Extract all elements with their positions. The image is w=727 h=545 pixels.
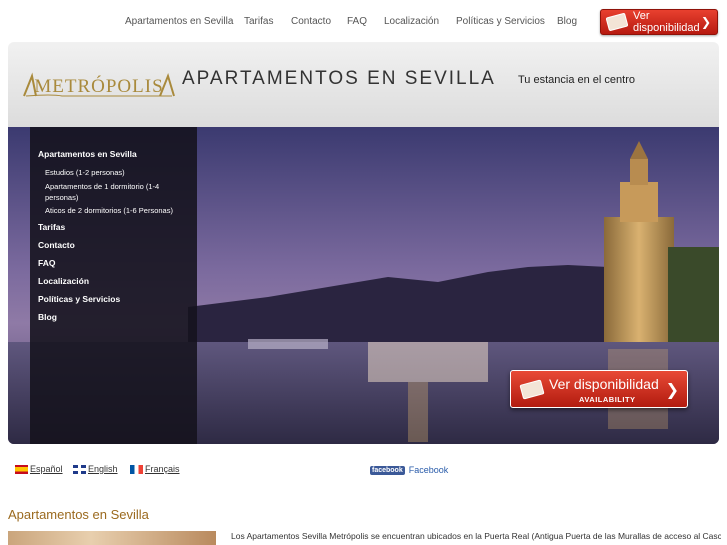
intro-paragraph: Los Apartamentos Sevilla Metrópolis se e… (231, 531, 721, 541)
uk-flag-icon (73, 464, 86, 474)
site-title: APARTAMENTOS EN SEVILLA (182, 68, 496, 89)
section-title: Apartamentos en Sevilla (8, 507, 149, 522)
facebook-label: Facebook (408, 465, 449, 475)
chevron-right-icon: ❯ (700, 15, 711, 29)
nav-apartamentos[interactable]: Apartamentos en Sevilla (125, 16, 233, 27)
ticket-icon (519, 379, 545, 400)
side-item-localizacion[interactable]: Localización (38, 276, 89, 286)
lang-english-label: English (88, 464, 118, 474)
nav-faq[interactable]: FAQ (347, 16, 367, 27)
side-subitem-1-dormitorio[interactable]: Apartamentos de 1 dormitorio (1-4 person… (45, 181, 185, 203)
side-item-politicas[interactable]: Políticas y Servicios (38, 294, 120, 304)
lang-francais-label: Français (145, 464, 180, 474)
nav-localizacion[interactable]: Localización (384, 16, 439, 27)
ver-disponibilidad-button[interactable]: Ver disponibilidad ❯ (600, 9, 718, 35)
nav-contacto[interactable]: Contacto (291, 16, 331, 27)
nav-politicas[interactable]: Políticas y Servicios (456, 16, 545, 27)
availability-sublabel: AVAILABILITY (579, 395, 636, 404)
metropolis-logo[interactable]: METRÓPOLIS (22, 66, 177, 102)
availability-label: Ver disponibilidad (549, 376, 659, 392)
nav-tarifas[interactable]: Tarifas (244, 16, 273, 27)
side-item-tarifas[interactable]: Tarifas (38, 222, 65, 232)
apartment-photo (8, 531, 216, 545)
lang-espanol[interactable]: Español (15, 464, 63, 474)
lang-espanol-label: Español (30, 464, 63, 474)
side-item-faq[interactable]: FAQ (38, 258, 55, 268)
side-item-blog[interactable]: Blog (38, 312, 57, 322)
ticket-icon (605, 12, 629, 32)
side-item-apartamentos[interactable]: Apartamentos en Sevilla (38, 149, 137, 159)
tagline: Tu estancia en el centro (518, 74, 635, 86)
france-flag-icon (130, 464, 143, 474)
lang-english[interactable]: English (73, 464, 118, 474)
side-item-contacto[interactable]: Contacto (38, 240, 75, 250)
facebook-link[interactable]: facebook Facebook (370, 465, 448, 475)
facebook-icon: facebook (370, 465, 405, 475)
lang-francais[interactable]: Français (130, 464, 180, 474)
side-menu: Apartamentos en Sevilla Estudios (1-2 pe… (30, 127, 197, 444)
hero-banner: Apartamentos en Sevilla Estudios (1-2 pe… (8, 127, 719, 444)
nav-blog[interactable]: Blog (557, 16, 577, 27)
availability-button[interactable]: Ver disponibilidad AVAILABILITY ❯ (510, 370, 688, 408)
chevron-right-icon: ❯ (665, 382, 679, 399)
side-subitem-estudios[interactable]: Estudios (1-2 personas) (45, 167, 125, 178)
top-navigation: Apartamentos en Sevilla Tarifas Contacto… (0, 0, 727, 42)
ver-disponibilidad-label: Ver disponibilidad (633, 10, 700, 34)
spain-flag-icon (15, 464, 28, 474)
svg-text:METRÓPOLIS: METRÓPOLIS (34, 75, 163, 97)
side-subitem-aticos[interactable]: Aticos de 2 dormitorios (1-6 Personas) (45, 205, 173, 216)
site-header: METRÓPOLIS APARTAMENTOS EN SEVILLA Tu es… (8, 42, 719, 127)
